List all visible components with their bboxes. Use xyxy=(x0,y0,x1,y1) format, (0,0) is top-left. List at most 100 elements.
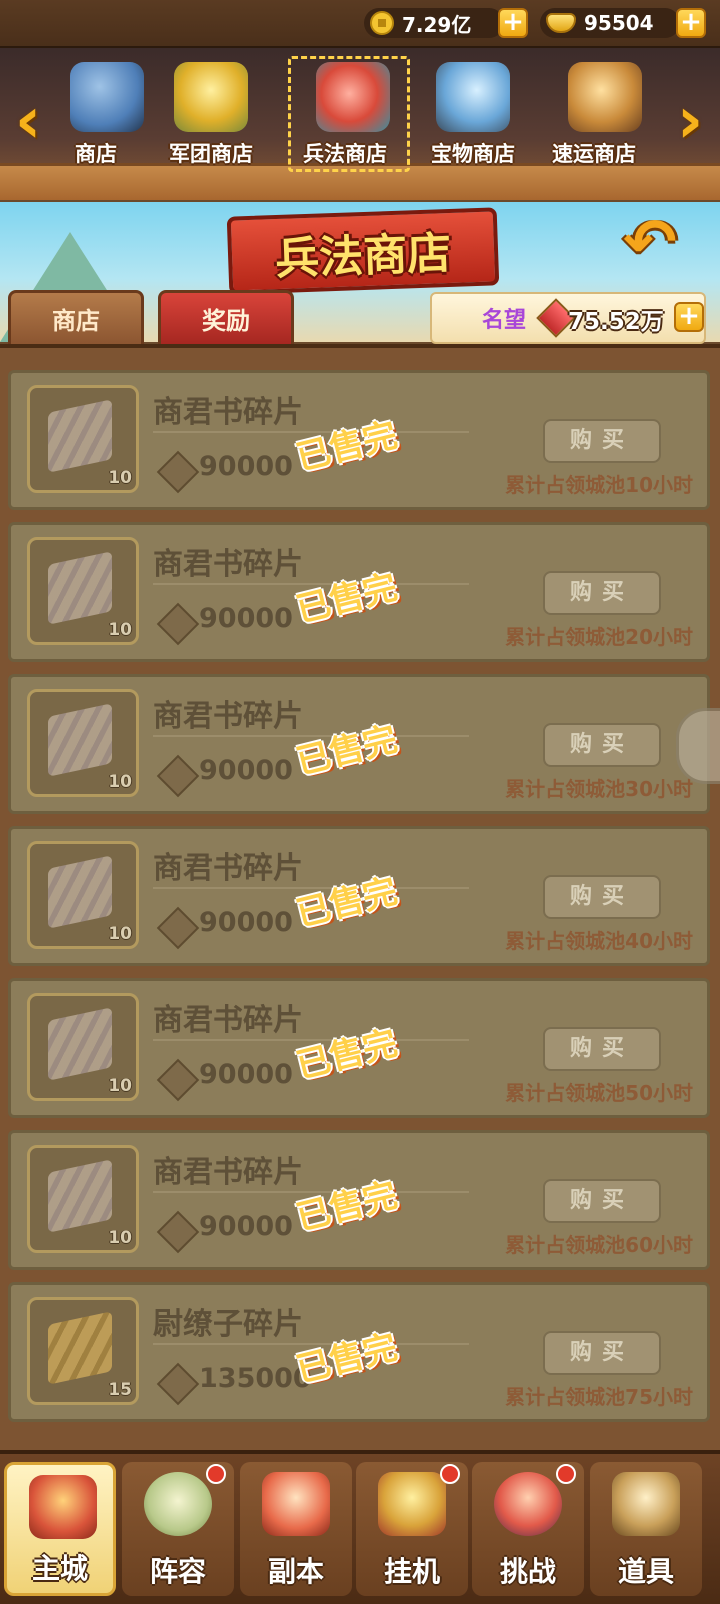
page-title: 兵法商店 xyxy=(274,227,453,286)
buy-button[interactable]: 购买 xyxy=(543,1027,661,1071)
treasure-book-icon xyxy=(436,62,510,132)
currency-bar: 7.29亿 + 95504 + xyxy=(0,0,720,48)
item-requirement: 累计占领城池50小时 xyxy=(505,1081,693,1105)
item-price: 90000 xyxy=(199,603,293,634)
tab-shop[interactable]: 商店 xyxy=(8,290,144,346)
fame-counter: 名望 75.52万 + xyxy=(430,292,706,344)
helmet-icon xyxy=(70,62,144,132)
sold-out-stamp: 已售完 xyxy=(292,719,402,783)
gold-ingot-pile-icon xyxy=(174,62,248,132)
shop-tab-label: 军团商店 xyxy=(169,142,253,166)
item-icon-frame[interactable]: 15 xyxy=(27,1297,139,1405)
shop-carousel: ‹ 商店 军团商店 兵法商店 宝物商店 速运商店 › xyxy=(0,48,720,200)
coin-icon xyxy=(370,11,394,35)
item-requirement: 累计占领城池75小时 xyxy=(505,1385,693,1409)
ingot-amount: 95504 xyxy=(584,11,654,35)
buy-button[interactable]: 购买 xyxy=(543,571,661,615)
item-name: 商君书碎片 xyxy=(153,1155,303,1190)
scroll-icon xyxy=(48,703,112,777)
add-fame-button[interactable]: + xyxy=(674,302,704,332)
item-icon-frame[interactable]: 10 xyxy=(27,385,139,493)
fame-coin-icon xyxy=(156,1058,200,1102)
nav-main-city[interactable]: 主城 xyxy=(4,1462,116,1596)
buy-button[interactable]: 购买 xyxy=(543,875,661,919)
carousel-left-arrow-icon[interactable]: ‹ xyxy=(8,86,48,156)
scroll-icon xyxy=(48,1159,112,1233)
map-scroll-icon xyxy=(262,1472,330,1536)
item-icon-frame[interactable]: 10 xyxy=(27,993,139,1101)
back-arrow-icon[interactable]: ↶ xyxy=(612,211,688,275)
item-quantity: 10 xyxy=(108,772,132,792)
item-icon-frame[interactable]: 10 xyxy=(27,537,139,645)
fame-coin-icon xyxy=(156,602,200,646)
shop-tab-military[interactable]: 兵法商店 xyxy=(288,56,414,172)
notification-dot xyxy=(440,1464,460,1484)
ingot-counter: 95504 xyxy=(540,8,680,38)
buy-button[interactable]: 购买 xyxy=(543,1179,661,1223)
item-price: 90000 xyxy=(199,907,293,938)
nav-challenge[interactable]: 挑战 xyxy=(472,1462,584,1596)
item-price: 90000 xyxy=(199,1059,293,1090)
gold-scroll-icon xyxy=(48,1311,112,1385)
shop-tab-treasure[interactable]: 宝物商店 xyxy=(412,60,534,170)
nav-label: 主城 xyxy=(31,1552,88,1585)
item-list[interactable]: 10 商君书碎片 90000 已售完 购买 累计占领城池10小时 10 商君书碎… xyxy=(0,344,720,1454)
item-quantity: 10 xyxy=(108,468,132,488)
fame-coin-icon xyxy=(156,1210,200,1254)
sold-out-stamp: 已售完 xyxy=(292,871,402,935)
buy-button[interactable]: 购买 xyxy=(543,1331,661,1375)
nav-label: 副本 xyxy=(267,1555,324,1588)
item-quantity: 10 xyxy=(108,620,132,640)
shop-item-row: 15 尉缭子碎片 135000 已售完 购买 累计占领城池75小时 xyxy=(8,1282,710,1422)
item-icon-frame[interactable]: 10 xyxy=(27,841,139,949)
red-gem-banner-icon xyxy=(316,62,390,132)
fame-coin-icon xyxy=(156,450,200,494)
nav-dungeon[interactable]: 副本 xyxy=(240,1462,352,1596)
gold-ingot-icon xyxy=(546,13,576,33)
shop-tab-label: 速运商店 xyxy=(552,142,636,166)
item-quantity: 10 xyxy=(108,1228,132,1248)
item-icon-frame[interactable]: 10 xyxy=(27,1145,139,1253)
add-ingots-button[interactable]: + xyxy=(676,8,706,38)
cargo-crates-icon xyxy=(568,62,642,132)
buy-button[interactable]: 购买 xyxy=(543,723,661,767)
item-requirement: 累计占领城池30小时 xyxy=(505,777,693,801)
fame-label: 名望 xyxy=(482,308,527,333)
shop-tab-express[interactable]: 速运商店 xyxy=(544,60,666,170)
item-bag-icon xyxy=(612,1472,680,1536)
fame-coin-icon xyxy=(156,754,200,798)
nav-label: 挂机 xyxy=(383,1555,440,1588)
carousel-right-arrow-icon[interactable]: › xyxy=(670,86,710,156)
shop-tab-label: 宝物商店 xyxy=(431,142,515,166)
scroll-icon xyxy=(48,551,112,625)
notification-dot xyxy=(556,1464,576,1484)
coin-counter: 7.29亿 xyxy=(364,8,504,38)
fame-coin-icon xyxy=(156,906,200,950)
fame-coin-icon xyxy=(156,1362,200,1406)
item-name: 商君书碎片 xyxy=(153,851,303,886)
shop-item-row: 10 商君书碎片 90000 已售完 购买 累计占领城池30小时 xyxy=(8,674,710,814)
shop-tab-label: 商店 xyxy=(75,142,117,166)
item-icon-frame[interactable]: 10 xyxy=(27,689,139,797)
item-requirement: 累计占领城池60小时 xyxy=(505,1233,693,1257)
shop-tab-label: 兵法商店 xyxy=(303,142,387,166)
nav-formation[interactable]: 阵容 xyxy=(122,1462,234,1596)
item-price: 90000 xyxy=(199,1211,293,1242)
sold-out-stamp: 已售完 xyxy=(292,1023,402,1087)
buy-button[interactable]: 购买 xyxy=(543,419,661,463)
scroll-icon xyxy=(48,1007,112,1081)
shop-item-row: 10 商君书碎片 90000 已售完 购买 累计占领城池10小时 xyxy=(8,370,710,510)
add-coins-button[interactable]: + xyxy=(498,8,528,38)
duel-heroes-icon xyxy=(494,1472,562,1536)
tab-reward[interactable]: 奖励 xyxy=(158,290,294,346)
bottom-nav: 主城 阵容 副本 挂机 挑战 道具 xyxy=(0,1450,720,1604)
item-name: 商君书碎片 xyxy=(153,1003,303,1038)
sold-out-stamp: 已售完 xyxy=(292,415,402,479)
nav-idle[interactable]: 挂机 xyxy=(356,1462,468,1596)
nav-label: 道具 xyxy=(617,1555,674,1588)
nav-items[interactable]: 道具 xyxy=(590,1462,702,1596)
nav-label: 挑战 xyxy=(499,1555,556,1588)
shop-tab-legion[interactable]: 军团商店 xyxy=(150,60,272,170)
sold-out-stamp: 已售完 xyxy=(292,1175,402,1239)
floating-assist-handle[interactable] xyxy=(676,708,720,784)
